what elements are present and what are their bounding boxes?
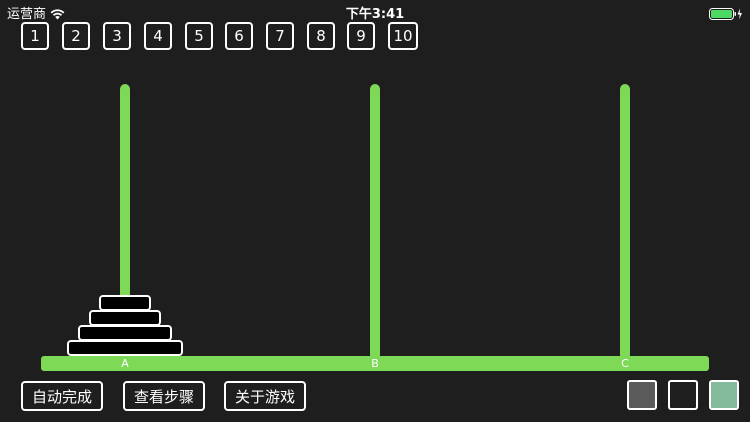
theme-swatch-green[interactable] <box>709 380 739 410</box>
theme-swatch-gray[interactable] <box>627 380 657 410</box>
view-steps-button[interactable]: 查看步骤 <box>123 381 205 411</box>
about-game-button[interactable]: 关于游戏 <box>224 381 306 411</box>
peg-c[interactable] <box>620 84 630 360</box>
disk-2[interactable] <box>89 310 161 326</box>
peg-label-a: A <box>121 357 129 370</box>
disk-3[interactable] <box>78 325 172 341</box>
theme-swatch-black[interactable] <box>668 380 698 410</box>
disk-1[interactable] <box>99 295 151 311</box>
peg-label-c: C <box>621 357 629 370</box>
hanoi-board: A B C <box>0 0 750 422</box>
peg-b[interactable] <box>370 84 380 360</box>
disk-4[interactable] <box>67 340 183 356</box>
peg-label-b: B <box>371 357 379 370</box>
auto-complete-button[interactable]: 自动完成 <box>21 381 103 411</box>
